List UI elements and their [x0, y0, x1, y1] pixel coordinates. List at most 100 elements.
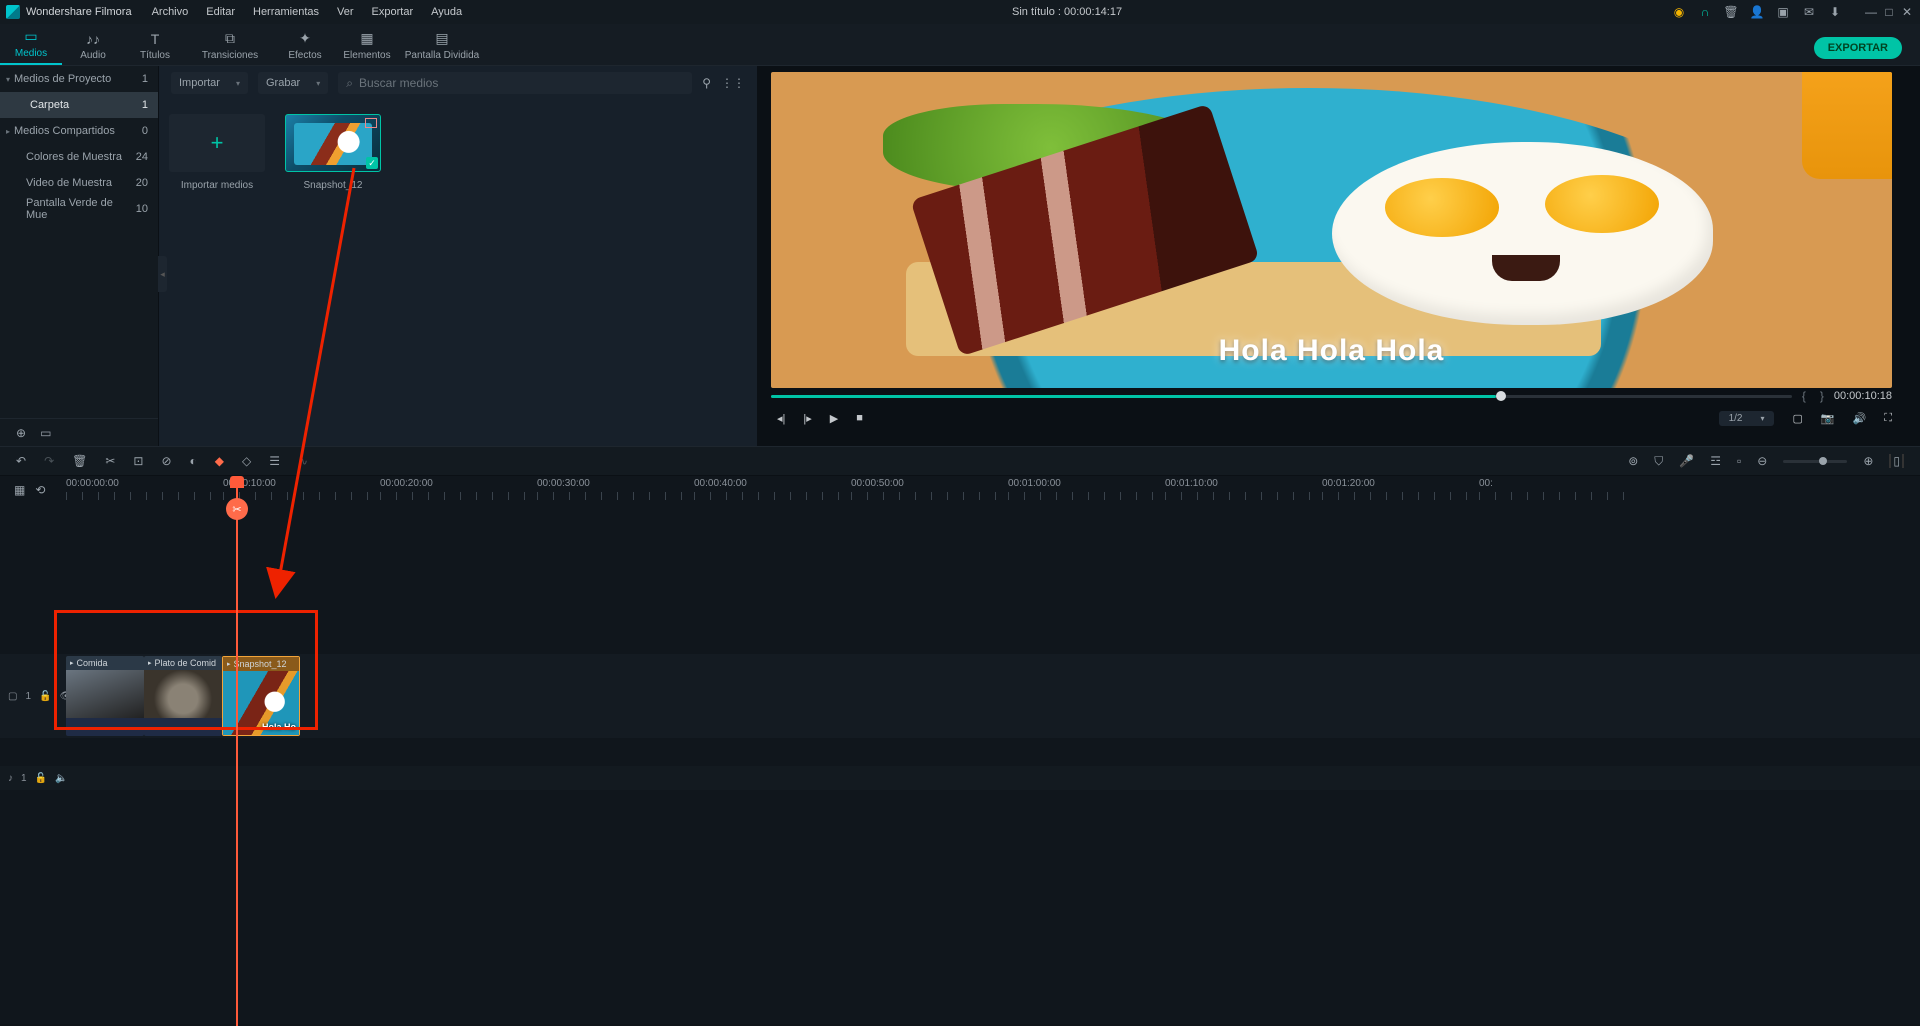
clip-plato[interactable]: Plato de Comid: [144, 656, 222, 736]
maximize-button[interactable]: □: [1882, 5, 1896, 19]
record-dropdown[interactable]: Grabar: [258, 72, 328, 94]
lock-icon[interactable]: 🔓: [35, 773, 47, 784]
tab-efectos[interactable]: ✦Efectos: [274, 30, 336, 65]
menu-ver[interactable]: Ver: [337, 6, 354, 18]
snapshot-button[interactable]: 📷: [1821, 412, 1835, 425]
lib-colores[interactable]: Colores de Muestra24: [0, 144, 158, 170]
delete-button[interactable]: 🗑: [72, 454, 87, 468]
tab-medios[interactable]: ▭Medios: [0, 28, 62, 65]
headphones-icon[interactable]: ∩: [1698, 5, 1712, 19]
next-frame-button[interactable]: |▸: [803, 412, 811, 425]
media-toolbar: Importar Grabar ⌕Buscar medios ⚲ ⋮⋮: [159, 66, 757, 100]
undo-button[interactable]: ↶: [16, 454, 26, 468]
zoom-out-button[interactable]: ⊖: [1757, 454, 1767, 468]
timeline-tracks[interactable]: ▢1 🔓 👁 Comida Plato de Comid Snapshot_12…: [0, 504, 1920, 1024]
folder-icon: ▭: [0, 28, 62, 45]
snapshot-tile[interactable]: ✓ Snapshot_12: [285, 114, 381, 191]
project-title: Sin título : 00:00:14:17: [462, 6, 1672, 18]
audio-wave-icon[interactable]: ∿: [298, 454, 308, 468]
menu-archivo[interactable]: Archivo: [152, 6, 189, 18]
volume-icon[interactable]: 🔊: [1853, 412, 1867, 425]
speed-button[interactable]: ⊘: [161, 454, 171, 468]
crop-button[interactable]: ⊡: [133, 454, 143, 468]
clip-snapshot[interactable]: Snapshot_12 Hola Ho: [222, 656, 300, 736]
preview-scrubber[interactable]: {} 00:00:10:18: [771, 388, 1892, 404]
tab-elementos[interactable]: ▦Elementos: [336, 30, 398, 65]
text-icon: T: [124, 31, 186, 47]
track-layout-icon[interactable]: ▦: [14, 483, 25, 497]
split-handle-icon[interactable]: ✂: [226, 498, 248, 520]
menu-editar[interactable]: Editar: [206, 6, 235, 18]
timeline-toolbar: ↶ ↷ 🗑 ✂ ⊡ ⊘ ◐ ◆ ◇ ☰ ∿ ⊚ ⛉ 🎤 ☲ ▫ ⊖ ⊕ ▯: [0, 446, 1920, 476]
image-badge-icon: [365, 118, 377, 128]
zoom-in-button[interactable]: ⊕: [1863, 454, 1873, 468]
profile-icon[interactable]: 👤: [1750, 5, 1764, 19]
marker-button[interactable]: ◇: [242, 454, 251, 468]
download-icon[interactable]: ⬇: [1828, 5, 1842, 19]
import-media-tile[interactable]: + Importar medios: [169, 114, 265, 191]
menu-exportar[interactable]: Exportar: [372, 6, 414, 18]
lib-medios-proyecto[interactable]: Medios de Proyecto1: [0, 66, 158, 92]
trash-icon[interactable]: 🗑: [1724, 5, 1738, 19]
minimize-button[interactable]: —: [1864, 5, 1878, 19]
tab-audio[interactable]: ♪♪Audio: [62, 31, 124, 65]
link-icon[interactable]: ⟲: [35, 483, 45, 497]
mixer-icon[interactable]: ⊚: [1628, 454, 1638, 468]
scrub-knob[interactable]: [1496, 391, 1506, 401]
clip-comida[interactable]: Comida: [66, 656, 144, 736]
filter-icon[interactable]: ⚲: [702, 76, 711, 90]
stop-button[interactable]: ■: [856, 412, 863, 424]
playhead[interactable]: ✂: [236, 476, 238, 1026]
cut-button[interactable]: ✂: [105, 454, 115, 468]
track-video-icon: ▢: [8, 691, 17, 702]
library-panel: Medios de Proyecto1 Carpeta1 Medios Comp…: [0, 66, 159, 446]
tab-titulos[interactable]: TTítulos: [124, 31, 186, 65]
titlebar-actions: ◉ ∩ 🗑 👤 ▣ ✉ ⬇ — □ ✕: [1672, 5, 1914, 19]
add-folder-icon[interactable]: ⊕: [16, 426, 26, 440]
zoom-slider[interactable]: [1783, 460, 1847, 463]
mic-icon[interactable]: 🎤: [1679, 454, 1694, 468]
close-button[interactable]: ✕: [1900, 5, 1914, 19]
split-icon: ▤: [398, 30, 486, 47]
tab-transiciones[interactable]: ⧉Transiciones: [186, 30, 274, 65]
lock-icon[interactable]: 🔓: [39, 691, 51, 702]
marker-add-icon[interactable]: ▫: [1737, 454, 1741, 468]
menu-bar: Archivo Editar Herramientas Ver Exportar…: [152, 6, 463, 18]
menu-ayuda[interactable]: Ayuda: [431, 6, 462, 18]
audio-icon: ♪♪: [62, 31, 124, 47]
shield-icon[interactable]: ⛉: [1654, 454, 1663, 469]
adjust-icon[interactable]: ☰: [269, 454, 280, 468]
redo-button[interactable]: ↷: [44, 454, 54, 468]
timeline-ruler[interactable]: ▦ ⟲ 00:00:00:00 00:00:10:00 00:00:20:00 …: [0, 476, 1920, 504]
color-button[interactable]: ◐: [190, 454, 197, 468]
lib-medios-compartidos[interactable]: Medios Compartidos0: [0, 118, 158, 144]
save-icon[interactable]: ▣: [1776, 5, 1790, 19]
collapse-handle[interactable]: ◂: [158, 256, 167, 292]
import-label: Importar medios: [169, 180, 265, 191]
fullscreen-icon[interactable]: ⛶: [1884, 412, 1892, 425]
lib-carpeta[interactable]: Carpeta1: [0, 92, 158, 118]
mail-icon[interactable]: ✉: [1802, 5, 1816, 19]
lib-video-muestra[interactable]: Video de Muestra20: [0, 170, 158, 196]
zoom-fit-button[interactable]: ▯: [1889, 454, 1904, 468]
audio-track-1[interactable]: ♪1 🔓 🔈: [0, 766, 1920, 790]
import-dropdown[interactable]: Importar: [171, 72, 248, 94]
folder-icon[interactable]: ▭: [40, 426, 51, 440]
keyframe-button[interactable]: ◆: [215, 454, 224, 468]
export-button[interactable]: EXPORTAR: [1814, 37, 1902, 59]
zoom-ratio-dropdown[interactable]: 1/2: [1719, 411, 1775, 426]
grid-icon[interactable]: ⋮⋮: [721, 76, 745, 90]
menu-herramientas[interactable]: Herramientas: [253, 6, 319, 18]
video-track-1[interactable]: ▢1 🔓 👁 Comida Plato de Comid Snapshot_12…: [0, 654, 1920, 738]
titlebar: Wondershare Filmora Archivo Editar Herra…: [0, 0, 1920, 24]
search-input[interactable]: ⌕Buscar medios: [338, 72, 692, 94]
lib-pantalla-verde[interactable]: Pantalla Verde de Mue10: [0, 196, 158, 222]
tab-pantalla-dividida[interactable]: ▤Pantalla Dividida: [398, 30, 486, 65]
elements-icon: ▦: [336, 30, 398, 47]
preview-video[interactable]: Hola Hola Hola: [771, 72, 1892, 388]
monitor-icon[interactable]: ▢: [1792, 412, 1802, 425]
list-icon[interactable]: ☲: [1710, 454, 1721, 468]
prev-frame-button[interactable]: ◂|: [777, 412, 785, 425]
play-button[interactable]: ▶: [830, 412, 838, 425]
lightbulb-icon[interactable]: ◉: [1672, 5, 1686, 19]
